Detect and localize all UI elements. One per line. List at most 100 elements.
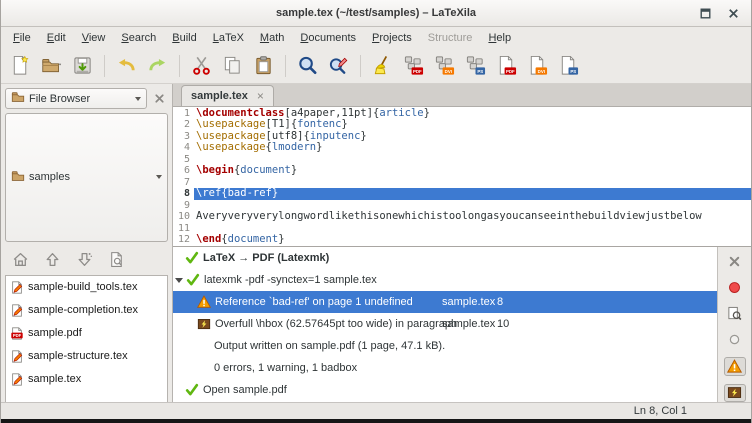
jump-to-active-document-button[interactable] — [75, 250, 94, 269]
abort-button[interactable] — [724, 331, 746, 349]
folder-icon — [11, 90, 25, 107]
build-summary-row[interactable]: 0 errors, 1 warning, 1 badbox — [173, 357, 717, 379]
editor-line-selected[interactable]: 8\ref{bad-ref} — [173, 188, 751, 200]
show-warnings-button[interactable] — [724, 357, 746, 375]
open-file-browser-button[interactable] — [107, 250, 126, 269]
directory-selector[interactable]: samples — [5, 113, 168, 242]
badbox-icon — [197, 317, 211, 331]
menu-projects[interactable]: Projects — [364, 30, 420, 46]
build-open-row[interactable]: Open sample.pdf — [173, 379, 717, 401]
open-button[interactable] — [39, 53, 64, 78]
message-text: Output written on sample.pdf (1 page, 47… — [214, 340, 445, 352]
menubar: FileEditViewSearchBuildLaTeXMathDocument… — [1, 27, 751, 48]
parent-directory-button[interactable] — [43, 250, 62, 269]
cut-button[interactable] — [189, 53, 214, 78]
side-panel: File Browser samples sample-build_tools.… — [1, 84, 173, 402]
file-item[interactable]: sample.tex — [6, 368, 167, 391]
file-name: sample.pdf — [28, 327, 82, 339]
menu-latex[interactable]: LaTeX — [205, 30, 252, 46]
line-number: 5 — [173, 154, 194, 166]
directory-selector-label: samples — [29, 171, 70, 183]
save-button[interactable] — [70, 53, 95, 78]
pdf-file-icon: PDF — [10, 326, 24, 341]
editor-line[interactable]: 10Averyveryverylongwordlikethisonewhichi… — [173, 211, 751, 223]
line-number: 2 — [173, 119, 194, 131]
tex-file-icon — [10, 303, 24, 318]
build-badbox-row[interactable]: Overfull \hbox (62.57645pt too wide) in … — [173, 313, 717, 335]
clean-build-files-button[interactable] — [370, 53, 395, 78]
side-panel-close-button[interactable] — [150, 90, 168, 108]
new-document-button[interactable] — [8, 53, 33, 78]
file-item[interactable]: sample-completion.tex — [6, 299, 167, 322]
file-browser-nav — [5, 247, 168, 275]
main-area: sample.tex × 1\documentclass[a4paper,11p… — [173, 84, 751, 402]
compile-latex-to-ps-button[interactable]: PS — [463, 53, 488, 78]
compile-latex-to-dvi-button[interactable]: DVI — [432, 53, 457, 78]
line-number: 8 — [173, 188, 194, 200]
show-badboxes-button[interactable] — [724, 384, 746, 402]
window-bottom-edge — [1, 419, 751, 423]
build-view-close-button[interactable] — [724, 252, 746, 270]
editor-line[interactable]: 12\end{document} — [173, 234, 751, 246]
editor-line[interactable]: 4\usepackage{lmodern} — [173, 142, 751, 154]
build-warning-row[interactable]: Reference `bad-ref' on page 1 undefineds… — [173, 291, 717, 313]
tab-sample-tex[interactable]: sample.tex × — [181, 85, 274, 106]
menu-help[interactable]: Help — [480, 30, 519, 46]
undo-button[interactable] — [114, 53, 139, 78]
svg-text:PDF: PDF — [506, 69, 515, 74]
view-pdf-button[interactable]: PDF — [494, 53, 519, 78]
line-number: 1 — [173, 108, 194, 120]
home-directory-button[interactable] — [11, 250, 30, 269]
message-text: Open sample.pdf — [203, 384, 287, 396]
close-icon[interactable] — [726, 6, 741, 21]
window-title: sample.tex (~/test/samples) – LaTeXila — [276, 7, 476, 19]
svg-text:PS: PS — [570, 69, 576, 74]
show-errors-button[interactable] — [724, 278, 746, 296]
svg-text:PS: PS — [477, 69, 483, 74]
search-button[interactable] — [295, 53, 320, 78]
side-panel-selector[interactable]: File Browser — [5, 88, 147, 109]
menu-documents[interactable]: Documents — [292, 30, 364, 46]
titlebar[interactable]: sample.tex (~/test/samples) – LaTeXila — [1, 0, 751, 27]
editor[interactable]: 1\documentclass[a4paper,11pt]{article}2\… — [173, 107, 751, 246]
file-item[interactable]: sample-structure.tex — [6, 345, 167, 368]
line-number: 9 — [173, 200, 194, 212]
build-job-row[interactable]: LaTeX → PDF (Latexmk) — [173, 247, 717, 269]
paste-button[interactable] — [251, 53, 276, 78]
menu-math[interactable]: Math — [252, 30, 292, 46]
toolbar-separator — [104, 55, 105, 77]
check-icon — [185, 383, 199, 397]
menu-search[interactable]: Search — [113, 30, 164, 46]
show-details-button[interactable] — [724, 305, 746, 323]
view-ps-button[interactable]: PS — [556, 53, 581, 78]
menu-view[interactable]: View — [74, 30, 114, 46]
expander-icon[interactable] — [175, 278, 183, 283]
tab-close-icon[interactable]: × — [257, 90, 264, 102]
chevron-down-icon — [156, 175, 162, 179]
tab-label: sample.tex — [191, 90, 248, 102]
redo-button[interactable] — [145, 53, 170, 78]
chevron-down-icon — [135, 97, 141, 101]
line-number: 11 — [173, 223, 194, 235]
menu-file[interactable]: File — [5, 30, 39, 46]
warning-icon — [197, 295, 211, 309]
code-text: \usepackage{lmodern} — [194, 142, 751, 154]
line-number: 7 — [173, 177, 194, 189]
build-output-row[interactable]: Output written on sample.pdf (1 page, 47… — [173, 335, 717, 357]
maximize-icon[interactable] — [698, 6, 713, 21]
file-item[interactable]: PDF sample.pdf — [6, 322, 167, 345]
menu-edit[interactable]: Edit — [39, 30, 74, 46]
build-command-row[interactable]: latexmk -pdf -synctex=1 sample.tex — [173, 269, 717, 291]
editor-line[interactable]: 6\begin{document} — [173, 165, 751, 177]
message-file: sample.tex — [442, 318, 495, 330]
search-replace-button[interactable] — [326, 53, 351, 78]
copy-button[interactable] — [220, 53, 245, 78]
view-dvi-button[interactable]: DVI — [525, 53, 550, 78]
line-number: 10 — [173, 211, 194, 223]
build-messages: LaTeX → PDF (Latexmk)latexmk -pdf -synct… — [173, 247, 717, 402]
file-item[interactable]: sample-build_tools.tex — [6, 276, 167, 299]
compile-latex-to-pdf-button[interactable]: PDF — [401, 53, 426, 78]
menu-build[interactable]: Build — [164, 30, 204, 46]
build-view: LaTeX → PDF (Latexmk)latexmk -pdf -synct… — [173, 246, 751, 402]
file-name: sample.tex — [28, 373, 81, 385]
